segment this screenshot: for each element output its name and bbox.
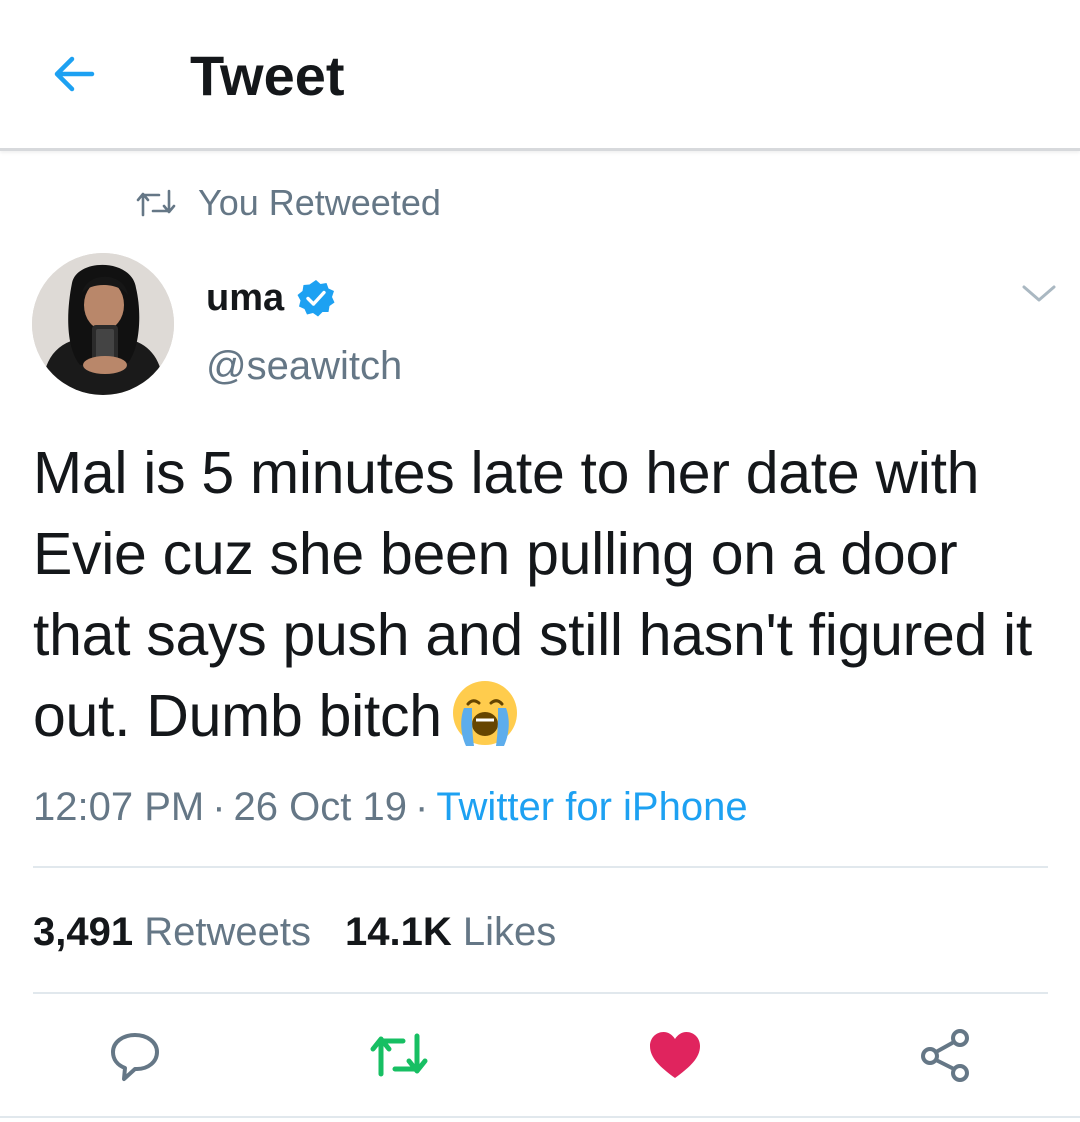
meta-separator: ·: [414, 785, 429, 829]
author-name: uma: [206, 276, 285, 319]
chevron-down-icon[interactable]: [1016, 278, 1062, 308]
tweet-date: 26 Oct 19: [233, 785, 407, 829]
like-count: 14.1K: [344, 910, 452, 954]
divider: [33, 866, 1048, 868]
tweet-source-link[interactable]: Twitter for iPhone: [436, 785, 747, 829]
reply-icon: [111, 1033, 159, 1081]
retweet-label: Retweets: [144, 910, 311, 954]
share-icon: [921, 1029, 969, 1082]
author-name-row[interactable]: uma: [206, 272, 336, 324]
retweets-stat[interactable]: 3,491 Retweets: [33, 910, 311, 954]
likes-stat[interactable]: 14.1K Likes: [345, 910, 556, 954]
retweet-icon: [370, 1033, 428, 1077]
tweet-text-body: Mal is 5 minutes late to her date with E…: [33, 440, 1032, 749]
retweet-icon: [136, 189, 176, 217]
retweet-context-label: You Retweeted: [198, 182, 441, 223]
avatar-photo: [32, 253, 174, 395]
loudly-crying-face-icon: [452, 681, 517, 746]
tweet-time: 12:07 PM: [33, 785, 205, 829]
author-handle[interactable]: @seawitch: [206, 340, 402, 392]
reply-button[interactable]: [100, 1020, 170, 1090]
divider: [33, 992, 1048, 994]
retweet-count: 3,491: [33, 910, 134, 954]
meta-separator: ·: [212, 785, 226, 829]
divider: [0, 1116, 1080, 1118]
top-app-bar: Tweet: [0, 0, 1080, 151]
retweet-context: You Retweeted: [136, 178, 441, 228]
tweet-stats: 3,491 Retweets 14.1K Likes: [33, 903, 556, 961]
tweet-text: Mal is 5 minutes late to her date with E…: [33, 433, 1043, 757]
like-label: Likes: [462, 910, 557, 954]
avatar[interactable]: [32, 253, 174, 395]
heart-icon: [650, 1032, 700, 1078]
retweet-button[interactable]: [364, 1020, 434, 1090]
verified-badge-icon: [297, 280, 335, 317]
tweet-meta: 12:07 PM · 26 Oct 19 · Twitter for iPhone: [33, 778, 748, 836]
back-button[interactable]: [44, 44, 104, 104]
like-button[interactable]: [640, 1020, 710, 1090]
page-title: Tweet: [190, 44, 345, 107]
action-bar: [0, 1020, 1080, 1090]
share-button[interactable]: [910, 1020, 980, 1090]
arrow-left-icon: [54, 56, 95, 92]
